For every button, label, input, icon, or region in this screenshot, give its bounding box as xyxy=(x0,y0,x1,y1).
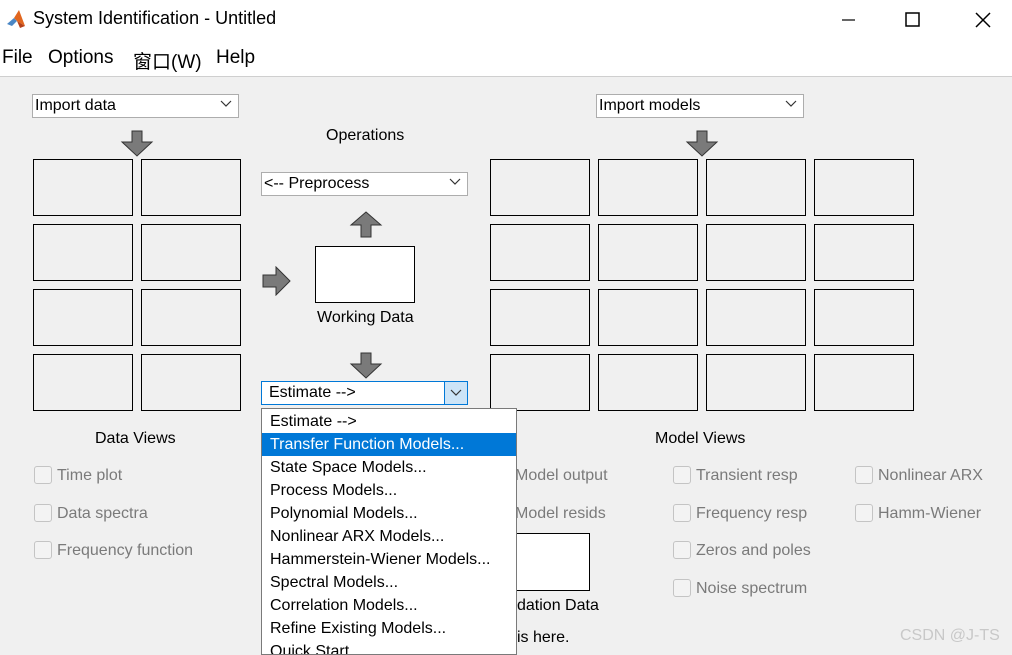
dropdown-option-correlation[interactable]: Correlation Models... xyxy=(262,594,516,617)
model-slot[interactable] xyxy=(814,354,914,411)
working-data-slot[interactable] xyxy=(315,246,415,303)
preprocess-dropdown[interactable]: <-- Preprocess xyxy=(261,172,468,196)
window-title: System Identification - Untitled xyxy=(33,8,277,28)
import-data-label: Import data xyxy=(35,97,116,114)
model-slot[interactable] xyxy=(814,224,914,281)
arrow-right-icon xyxy=(262,266,291,296)
menu-help[interactable]: Help xyxy=(216,47,255,69)
model-slot[interactable] xyxy=(706,224,806,281)
dropdown-option-refine[interactable]: Refine Existing Models... xyxy=(262,617,516,640)
arrow-down-icon xyxy=(685,130,719,157)
dropdown-option-nonlinear-arx[interactable]: Nonlinear ARX Models... xyxy=(262,525,516,548)
chevron-down-icon xyxy=(450,389,462,396)
dropdown-option-spectral[interactable]: Spectral Models... xyxy=(262,571,516,594)
minimize-button[interactable] xyxy=(825,6,871,34)
data-slot[interactable] xyxy=(33,224,133,281)
model-slot[interactable] xyxy=(598,159,698,216)
data-spectra-checkbox[interactable] xyxy=(34,504,52,522)
minimize-icon xyxy=(842,19,855,21)
model-slot[interactable] xyxy=(598,224,698,281)
dropdown-option-transfer-function[interactable]: Transfer Function Models... xyxy=(262,433,516,456)
dropdown-option-quick-start[interactable]: Quick Start xyxy=(262,640,516,654)
data-slot[interactable] xyxy=(33,289,133,346)
hamm-wiener-label: Hamm-Wiener xyxy=(878,505,982,522)
import-data-dropdown[interactable]: Import data xyxy=(32,94,239,118)
preprocess-label: <-- Preprocess xyxy=(264,175,370,192)
estimate-label: Estimate --> xyxy=(269,384,356,401)
frequency-resp-checkbox[interactable] xyxy=(673,504,691,522)
estimate-dropdown-list: Estimate --> Transfer Function Models...… xyxy=(261,408,517,655)
estimate-dropdown-toggle[interactable] xyxy=(444,382,467,404)
matlab-logo-icon xyxy=(5,8,27,30)
arrow-down-icon xyxy=(349,352,383,379)
maximize-button[interactable] xyxy=(889,6,935,34)
nonlinear-arx-checkbox[interactable] xyxy=(855,466,873,484)
data-slot[interactable] xyxy=(33,354,133,411)
model-slot[interactable] xyxy=(706,289,806,346)
transient-resp-checkbox[interactable] xyxy=(673,466,691,484)
zeros-poles-checkbox[interactable] xyxy=(673,541,691,559)
dropdown-option-estimate[interactable]: Estimate --> xyxy=(262,410,516,433)
menu-options[interactable]: Options xyxy=(48,47,113,69)
model-slot[interactable] xyxy=(490,159,590,216)
frequency-function-checkbox[interactable] xyxy=(34,541,52,559)
working-data-label: Working Data xyxy=(317,309,414,326)
chevron-down-icon xyxy=(449,178,461,185)
hamm-wiener-checkbox[interactable] xyxy=(855,504,873,522)
arrow-down-icon xyxy=(120,130,154,157)
model-slot[interactable] xyxy=(814,159,914,216)
data-views-title: Data Views xyxy=(95,430,176,447)
time-plot-checkbox[interactable] xyxy=(34,466,52,484)
zeros-poles-label: Zeros and poles xyxy=(696,542,811,559)
model-slot[interactable] xyxy=(814,289,914,346)
model-views-title: Model Views xyxy=(655,430,746,447)
menu-file[interactable]: File xyxy=(2,47,33,69)
model-slot[interactable] xyxy=(706,159,806,216)
close-button[interactable] xyxy=(960,6,1006,34)
maximize-icon xyxy=(905,12,920,27)
validation-data-label: dation Data xyxy=(517,597,599,614)
import-models-dropdown[interactable]: Import models xyxy=(596,94,804,118)
hint-text: is here. xyxy=(517,629,570,646)
data-slot[interactable] xyxy=(141,354,241,411)
chevron-down-icon xyxy=(220,100,232,107)
transient-resp-label: Transient resp xyxy=(696,467,798,484)
model-output-label: Model output xyxy=(515,467,608,484)
model-slot[interactable] xyxy=(598,289,698,346)
noise-spectrum-label: Noise spectrum xyxy=(696,580,808,597)
title-bar: System Identification - Untitled xyxy=(0,0,1012,42)
nonlinear-arx-label: Nonlinear ARX xyxy=(878,467,983,484)
model-slot[interactable] xyxy=(490,224,590,281)
model-slot[interactable] xyxy=(490,289,590,346)
model-slot[interactable] xyxy=(706,354,806,411)
data-spectra-label: Data spectra xyxy=(57,505,148,522)
model-resids-label: Model resids xyxy=(515,505,606,522)
dropdown-option-state-space[interactable]: State Space Models... xyxy=(262,456,516,479)
noise-spectrum-checkbox[interactable] xyxy=(673,579,691,597)
time-plot-label: Time plot xyxy=(57,467,123,484)
arrow-up-icon xyxy=(349,211,383,238)
import-models-label: Import models xyxy=(599,97,701,114)
frequency-resp-label: Frequency resp xyxy=(696,505,808,522)
model-slot[interactable] xyxy=(598,354,698,411)
menu-bar: File Options 窗口(W) Help xyxy=(0,42,1012,77)
data-slot[interactable] xyxy=(141,289,241,346)
dropdown-option-hammerstein-wiener[interactable]: Hammerstein-Wiener Models... xyxy=(262,548,516,571)
dropdown-option-polynomial[interactable]: Polynomial Models... xyxy=(262,502,516,525)
data-slot[interactable] xyxy=(33,159,133,216)
close-icon xyxy=(975,12,991,28)
watermark: CSDN @J-TS xyxy=(900,627,1000,644)
frequency-function-label: Frequency function xyxy=(57,542,194,559)
dropdown-option-process[interactable]: Process Models... xyxy=(262,479,516,502)
data-slot[interactable] xyxy=(141,224,241,281)
estimate-dropdown[interactable]: Estimate --> xyxy=(261,381,468,405)
operations-title: Operations xyxy=(326,127,405,144)
model-slot[interactable] xyxy=(490,354,590,411)
data-slot[interactable] xyxy=(141,159,241,216)
menu-window[interactable]: 窗口(W) xyxy=(133,47,202,74)
chevron-down-icon xyxy=(785,100,797,107)
